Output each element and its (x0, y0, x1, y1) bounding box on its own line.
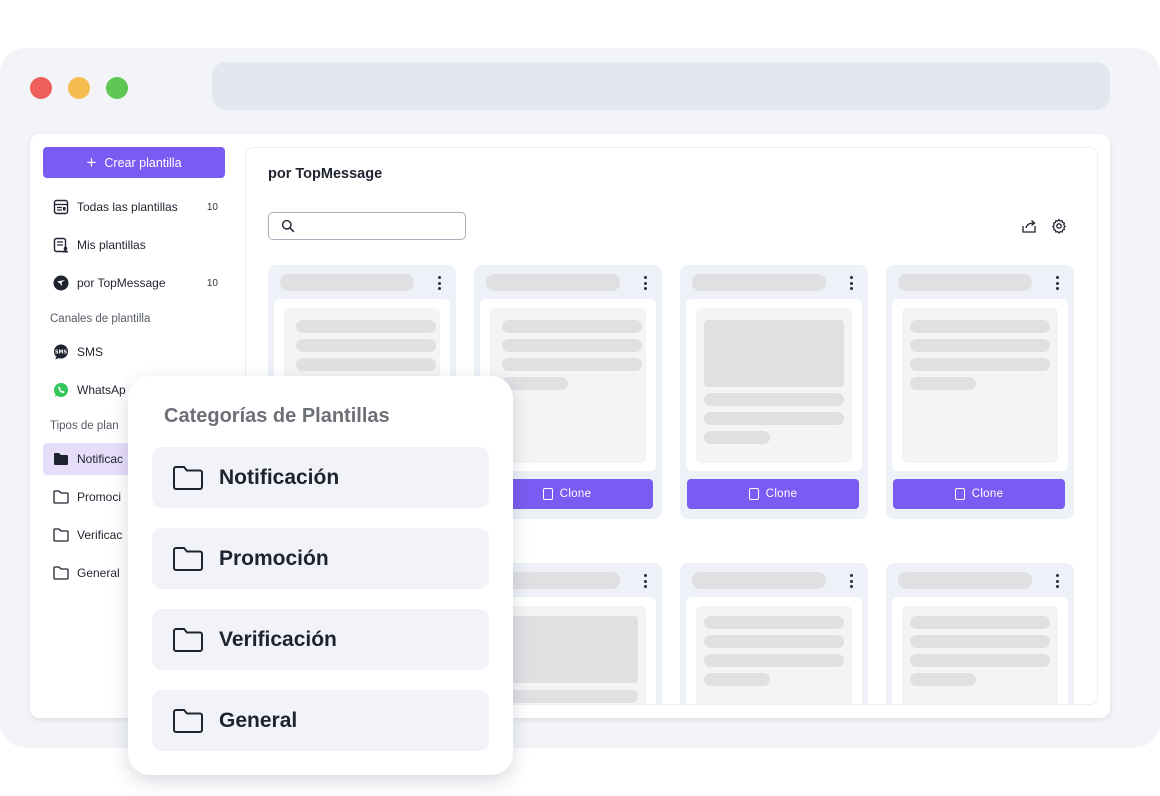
sidebar-item-label: Mis plantillas (77, 238, 146, 252)
template-card[interactable]: Clone (886, 265, 1074, 519)
card-preview (892, 299, 1068, 471)
plus-icon: + (86, 153, 97, 172)
category-label: Verificación (219, 627, 337, 651)
popup-title: Categorías de Plantillas (164, 405, 390, 427)
address-bar[interactable] (212, 62, 1110, 110)
sidebar-item-label: por TopMessage (77, 276, 166, 290)
card-preview (892, 597, 1068, 704)
clone-button[interactable]: Clone (893, 479, 1065, 509)
sidebar-item-label: WhatsAp (77, 383, 126, 397)
maximize-window-button[interactable] (106, 77, 128, 99)
count-badge: 10 (206, 277, 218, 289)
create-template-label: Crear plantilla (104, 155, 182, 170)
card-title-placeholder (692, 572, 826, 589)
card-preview (686, 299, 862, 471)
templates-icon (53, 199, 69, 215)
card-title-placeholder (692, 274, 826, 291)
category-notificacion[interactable]: Notificación (152, 447, 489, 508)
sidebar-item-all-templates[interactable]: Todas las plantillas 10 (43, 191, 228, 223)
category-label: Promoción (219, 546, 329, 570)
more-options-icon[interactable] (434, 274, 444, 292)
close-window-button[interactable] (30, 77, 52, 99)
category-verificacion[interactable]: Verificación (152, 609, 489, 670)
count-badge: 10 (206, 201, 218, 213)
template-card[interactable]: Clone (680, 265, 868, 519)
sidebar-item-my-templates[interactable]: Mis plantillas (43, 229, 228, 261)
copy-icon (748, 488, 759, 500)
create-template-button[interactable]: + Crear plantilla (43, 147, 225, 178)
svg-text:SMS: SMS (55, 350, 68, 356)
card-title-placeholder (898, 572, 1032, 589)
sidebar-item-label: Todas las plantillas (77, 200, 178, 214)
category-label: General (219, 708, 298, 732)
template-card[interactable] (680, 563, 868, 704)
folder-icon (53, 489, 69, 505)
card-preview (686, 597, 862, 704)
search-icon (281, 219, 295, 233)
categories-popup: Categorías de Plantillas Notificación Pr… (128, 376, 513, 775)
sms-icon: SMS (53, 344, 69, 360)
minimize-window-button[interactable] (68, 77, 90, 99)
sidebar-item-sms[interactable]: SMS SMS (43, 336, 228, 368)
sidebar-item-label: General (77, 566, 120, 580)
folder-icon (53, 565, 69, 581)
folder-icon (172, 546, 204, 572)
share-icon[interactable] (1020, 217, 1038, 235)
gear-icon[interactable] (1050, 217, 1068, 235)
sidebar-item-notificacion[interactable]: Notificac (43, 443, 133, 475)
search-input[interactable] (268, 212, 466, 240)
category-general[interactable]: General (152, 690, 489, 751)
folder-icon (172, 465, 204, 491)
sidebar-item-label: SMS (77, 345, 104, 359)
more-options-icon[interactable] (1052, 572, 1062, 590)
sidebar-item-por-topmessage[interactable]: por TopMessage 10 (43, 267, 228, 299)
page-title: por TopMessage (268, 166, 383, 182)
card-title-placeholder (280, 274, 414, 291)
more-options-icon[interactable] (640, 274, 650, 292)
sidebar-item-label: Notificac (77, 452, 124, 466)
folder-icon (53, 527, 69, 543)
clone-label: Clone (559, 488, 592, 500)
category-label: Notificación (219, 465, 340, 489)
more-options-icon[interactable] (1052, 274, 1062, 292)
more-options-icon[interactable] (846, 572, 856, 590)
sidebar-item-label: Verificac (77, 528, 123, 542)
sidebar-item-label: Promoci (77, 490, 122, 504)
my-templates-icon (53, 237, 69, 253)
card-title-placeholder (486, 274, 620, 291)
more-options-icon[interactable] (846, 274, 856, 292)
template-card[interactable] (886, 563, 1074, 704)
whatsapp-icon (53, 382, 69, 398)
topmessage-logo-icon (53, 275, 69, 291)
copy-icon (542, 488, 553, 500)
more-options-icon[interactable] (640, 572, 650, 590)
card-title-placeholder (898, 274, 1032, 291)
clone-label: Clone (765, 488, 798, 500)
category-promocion[interactable]: Promoción (152, 528, 489, 589)
clone-label: Clone (971, 488, 1004, 500)
folder-icon (172, 627, 204, 653)
folder-filled-icon (53, 451, 69, 467)
clone-button[interactable]: Clone (687, 479, 859, 509)
folder-icon (172, 708, 204, 734)
types-heading: Tipos de plan (50, 420, 119, 432)
channels-heading: Canales de plantilla (50, 313, 151, 325)
copy-icon (954, 488, 965, 500)
